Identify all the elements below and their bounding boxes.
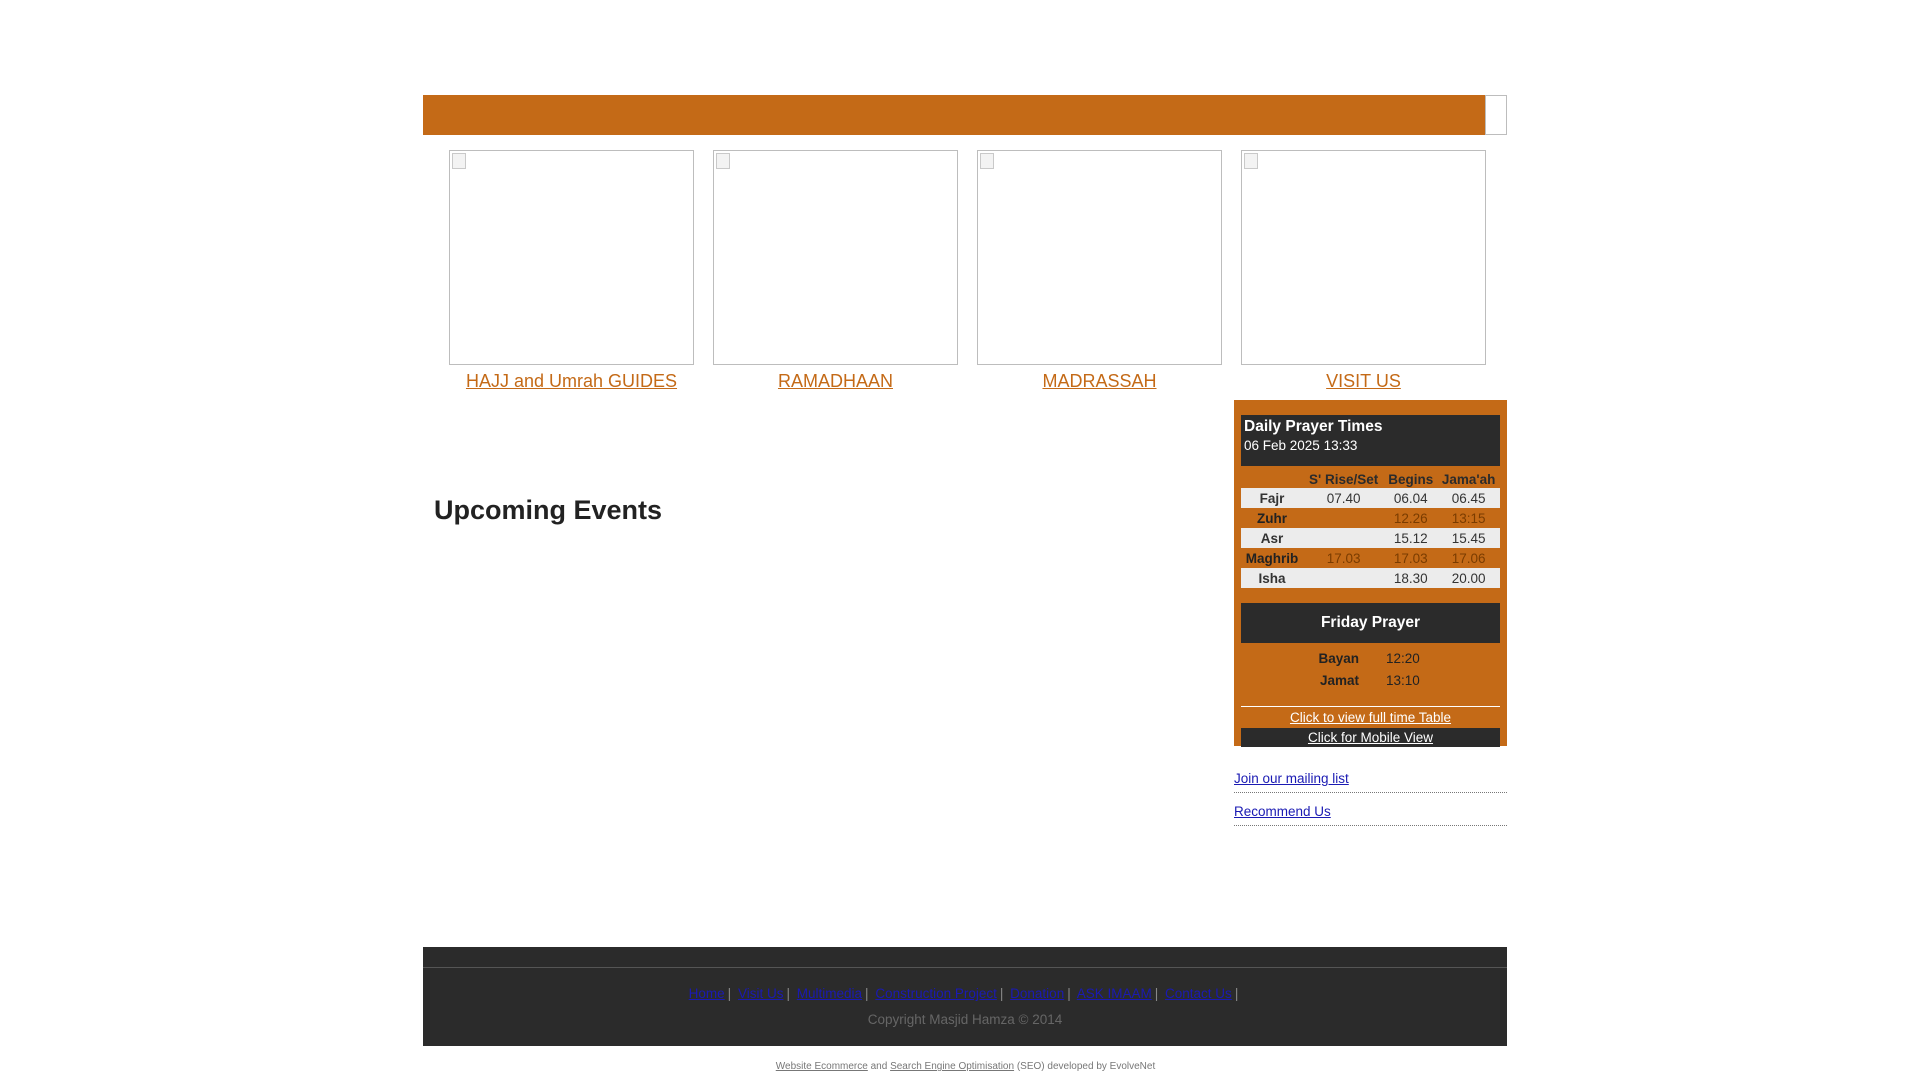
promo-image[interactable] [713,150,958,365]
column-header: Begins [1388,472,1434,487]
jamaah-time: 17.06 [1451,550,1486,566]
friday-item-name: Jamat [1319,672,1359,688]
broken-image-icon [1485,95,1507,135]
promo-link-ramadhaan[interactable]: RAMADHAAN [713,371,958,392]
prayer-row-maghrib: Maghrib 17.03 17.03 17.06 [1241,548,1500,568]
friday-row: Bayan 12:20 [1241,647,1500,669]
promo-madrassah: MADRASSAH [977,150,1222,392]
sun-time: 17.03 [1326,550,1361,566]
promo-link-visit-us[interactable]: VISIT US [1241,371,1486,392]
footer-link-construction-project[interactable]: Construction Project [875,986,997,1001]
prayer-times-date: 06 Feb 2025 13:33 [1244,438,1358,453]
prayer-times-table: S' Rise/Set Begins Jama'ah Fajr 07.40 06… [1241,470,1500,588]
prayer-times-title: Daily Prayer Times [1244,418,1383,435]
prayer-row-isha: Isha 18.30 20.00 [1241,568,1500,588]
sun-time [1303,528,1385,548]
jamaah-time: 06.45 [1437,488,1500,508]
promo-hajj: HAJJ and Umrah GUIDES [449,150,694,392]
divider [1241,706,1500,707]
prayer-times-header: Daily Prayer Times 06 Feb 2025 13:33 [1241,415,1500,466]
footer-link-donation[interactable]: Donation [1010,986,1064,1001]
recommend-us-link[interactable]: Recommend Us [1234,801,1507,826]
credits: Website Ecommerce and Search Engine Opti… [775,1061,1156,1072]
prayer-name: Fajr [1241,488,1303,508]
footer-link-contact-us[interactable]: Contact Us [1165,986,1232,1001]
prayer-row-fajr: Fajr 07.40 06.04 06.45 [1241,488,1500,508]
friday-item-time: 12:20 [1386,650,1420,666]
sun-time: 07.40 [1303,488,1385,508]
promo-visit-us: VISIT US [1241,150,1486,392]
jamaah-time: 15.45 [1437,528,1500,548]
prayer-row-zuhr: Zuhr 12.26 13:15 [1241,508,1500,528]
header-banner [423,95,1485,135]
sun-time [1303,508,1384,528]
jamaah-time: 20.00 [1437,568,1500,588]
footer-divider [423,967,1507,968]
promo-image[interactable] [977,150,1222,365]
friday-row: Jamat 13:10 [1241,669,1500,691]
credit-link-seo[interactable]: Search Engine Optimisation [890,1061,1014,1072]
full-timetable-link[interactable]: Click to view full time Table [1241,710,1500,725]
footer-nav: Home | Visit Us | Multimedia | Construction… [688,986,1239,1001]
copyright: Copyright Masjid Hamza © 2014 [867,1012,1063,1027]
sun-time [1303,568,1385,588]
mailing-list-link[interactable]: Join our mailing list [1234,768,1507,793]
friday-item-time: 13:10 [1386,672,1420,688]
prayer-times-panel: Daily Prayer Times 06 Feb 2025 13:33 S' … [1234,400,1507,747]
footer-link-visit-us[interactable]: Visit Us [738,986,784,1001]
prayer-name: Isha [1241,568,1303,588]
footer-link-ask-imaam[interactable]: ASK IMAAM [1077,986,1152,1001]
upcoming-events-heading: Upcoming Events [434,495,663,525]
footer: Home | Visit Us | Multimedia | Construction… [423,947,1507,1046]
friday-prayer-title: Friday Prayer [1241,603,1500,643]
footer-link-home[interactable]: Home [689,986,725,1001]
promo-link-madrassah[interactable]: MADRASSAH [977,371,1222,392]
column-header: S' Rise/Set [1309,472,1379,487]
jamaah-time: 13:15 [1451,510,1486,526]
mobile-view-link[interactable]: Click for Mobile View [1241,728,1500,747]
side-links: Join our mailing list Recommend Us [1234,768,1507,834]
friday-item-name: Bayan [1318,650,1359,666]
column-header: Jama'ah [1441,472,1496,487]
promo-image[interactable] [449,150,694,365]
prayer-row-asr: Asr 15.12 15.45 [1241,528,1500,548]
footer-link-multimedia[interactable]: Multimedia [797,986,862,1001]
begins-time: 15.12 [1384,528,1438,548]
friday-prayer-table: Bayan 12:20 Jamat 13:10 [1241,647,1500,691]
credit-link-ecommerce[interactable]: Website Ecommerce [776,1061,868,1072]
prayer-name: Zuhr [1257,510,1287,526]
begins-time: 17.03 [1393,550,1428,566]
begins-time: 12.26 [1393,510,1428,526]
prayer-name: Asr [1241,528,1303,548]
promo-image[interactable] [1241,150,1486,365]
promo-ramadhaan: RAMADHAAN [713,150,958,392]
prayer-name: Maghrib [1245,550,1299,566]
begins-time: 18.30 [1384,568,1438,588]
promo-link-hajj[interactable]: HAJJ and Umrah GUIDES [449,371,694,392]
begins-time: 06.04 [1384,488,1438,508]
